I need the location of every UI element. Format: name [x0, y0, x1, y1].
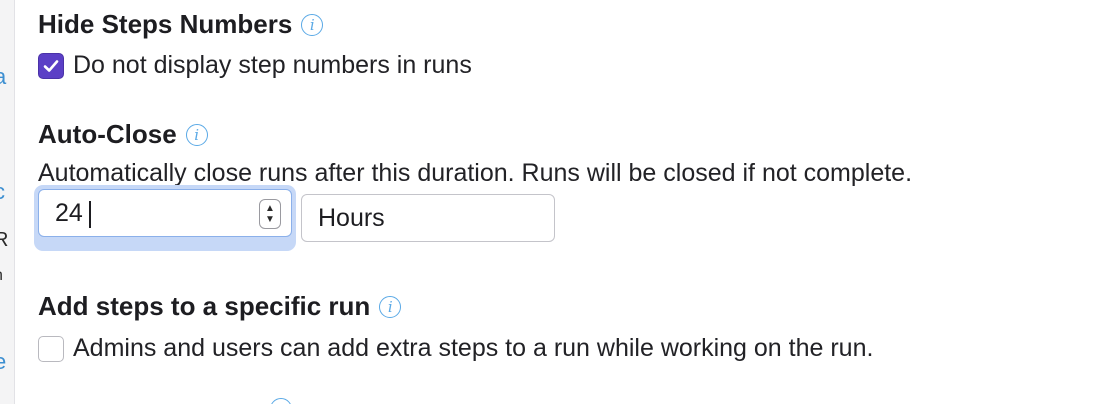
info-icon[interactable]: i — [379, 295, 402, 318]
settings-page: a c R h e Hide Steps Numbers i Do not di… — [0, 0, 1110, 404]
hide-steps-title: Hide Steps Numbers — [38, 9, 293, 39]
add-steps-title: Add steps to a specific run — [38, 291, 371, 321]
stepper-down-icon[interactable]: ▼ — [265, 214, 275, 225]
add-steps-checkbox-label: Admins and users can add extra steps to … — [73, 334, 874, 362]
clipped-text-fragment: c — [0, 181, 5, 203]
auto-close-heading: Auto-Close i — [38, 119, 208, 150]
hide-steps-checkbox-label: Do not display step numbers in runs — [73, 51, 472, 79]
auto-close-description: Automatically close runs after this dura… — [38, 159, 913, 187]
check-icon — [43, 59, 59, 72]
auto-close-duration-input[interactable]: 24 ▲ ▼ — [38, 189, 292, 237]
add-steps-heading: Add steps to a specific run i — [38, 291, 402, 322]
clipped-text-fragment: R — [0, 229, 9, 251]
clipped-text-fragment: e — [0, 349, 7, 374]
info-icon[interactable]: i — [185, 123, 208, 146]
stepper-up-icon[interactable]: ▲ — [265, 203, 275, 214]
hide-steps-checkbox[interactable] — [38, 52, 64, 79]
focus-ring: 24 ▲ ▼ — [34, 185, 296, 251]
stepper-arrows-icon[interactable]: ▲ ▼ — [259, 199, 281, 229]
duration-value: 24 — [55, 199, 83, 227]
info-icon[interactable]: i — [301, 13, 324, 36]
info-icon[interactable] — [270, 398, 292, 404]
clipped-text-fragment: h — [0, 265, 3, 287]
hide-steps-heading: Hide Steps Numbers i — [38, 9, 324, 40]
auto-close-unit-field[interactable]: Hours — [301, 194, 555, 242]
add-steps-checkbox[interactable] — [38, 335, 64, 362]
text-caret — [89, 201, 91, 228]
clipped-text-fragment: a — [0, 64, 7, 89]
hide-steps-option[interactable]: Do not display step numbers in runs — [38, 51, 472, 80]
auto-close-title: Auto-Close — [38, 119, 177, 149]
add-steps-option[interactable]: Admins and users can add extra steps to … — [38, 334, 873, 363]
